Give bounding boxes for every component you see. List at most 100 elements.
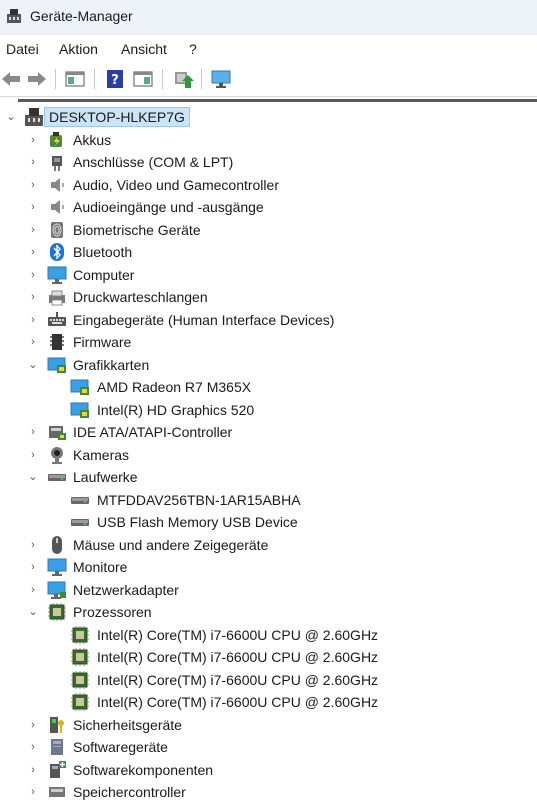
- chevron-right-icon[interactable]: ›: [26, 268, 40, 282]
- toolbar-separator: [201, 69, 202, 89]
- tree-category-label: Mäuse und andere Zeigegeräte: [73, 536, 269, 553]
- tree-category[interactable]: ⌄ Prozessoren: [0, 601, 537, 623]
- tree-category-label: IDE ATA/ATAPI-Controller: [73, 424, 233, 440]
- toolbar-separator: [162, 69, 163, 89]
- chevron-right-icon[interactable]: ›: [26, 245, 40, 259]
- chevron-down-icon[interactable]: ⌄: [26, 470, 40, 484]
- toolbar-separator: [94, 69, 95, 89]
- action-pane-icon[interactable]: [132, 68, 154, 90]
- tree-category[interactable]: › IDE ATA/ATAPI-Controller: [0, 421, 537, 443]
- tree-category[interactable]: › Biometrische Geräte: [0, 219, 537, 241]
- tree-category-label: Sicherheitsgeräte: [73, 716, 182, 733]
- tree-category[interactable]: › Mäuse und andere Zeigegeräte: [0, 534, 537, 556]
- chevron-right-icon[interactable]: ›: [26, 200, 40, 214]
- menu-help[interactable]: ?: [189, 41, 197, 57]
- chevron-right-icon[interactable]: ›: [26, 133, 40, 147]
- chevron-right-icon[interactable]: ›: [26, 583, 40, 597]
- chevron-right-icon[interactable]: ›: [26, 785, 40, 799]
- chevron-right-icon[interactable]: ›: [26, 538, 40, 552]
- tree-category[interactable]: › Audioeingänge und -ausgänge: [0, 196, 537, 218]
- tree-device[interactable]: Intel(R) Core(TM) i7-6600U CPU @ 2.60GHz: [0, 624, 537, 646]
- cpu-icon: [71, 625, 89, 644]
- tree-category-label: Laufwerke: [73, 469, 138, 485]
- tree-category-label: Monitore: [73, 559, 128, 575]
- menu-datei[interactable]: Datei: [6, 41, 39, 57]
- storage-controller-icon: [49, 787, 65, 797]
- mouse-icon: [52, 535, 62, 554]
- tree-device[interactable]: Intel(R) Core(TM) i7-6600U CPU @ 2.60GHz: [0, 669, 537, 691]
- tree-category-label: Akkus: [73, 131, 112, 148]
- chevron-right-icon[interactable]: ›: [26, 335, 40, 349]
- chevron-right-icon[interactable]: ›: [26, 425, 40, 439]
- chevron-right-icon[interactable]: ›: [26, 178, 40, 192]
- chevron-right-icon[interactable]: ›: [26, 448, 40, 462]
- display-adapter-icon: [47, 357, 66, 373]
- tree-device[interactable]: Intel(R) Core(TM) i7-6600U CPU @ 2.60GHz: [0, 691, 537, 713]
- chevron-down-icon[interactable]: ⌄: [26, 358, 40, 372]
- update-driver-icon[interactable]: [172, 68, 194, 90]
- tree-device-label: USB Flash Memory USB Device: [97, 514, 298, 530]
- chevron-down-icon[interactable]: ⌄: [4, 110, 18, 124]
- bluetooth-icon: [50, 243, 64, 261]
- tree-device-label: Intel(R) Core(TM) i7-6600U CPU @ 2.60GHz: [97, 626, 379, 643]
- chevron-right-icon[interactable]: ›: [26, 223, 40, 237]
- tree-category[interactable]: › Speichercontroller: [0, 781, 537, 803]
- display-adapter-icon: [70, 402, 89, 418]
- tree-category[interactable]: › Akkus: [0, 129, 537, 151]
- menu-ansicht[interactable]: Ansicht: [121, 41, 167, 57]
- tree-category[interactable]: › Softwarekomponenten: [0, 759, 537, 781]
- tree-category[interactable]: › Computer: [0, 264, 537, 286]
- scan-hardware-icon[interactable]: [210, 68, 232, 90]
- tree-category[interactable]: › Monitore: [0, 556, 537, 578]
- toolbar: ?: [0, 63, 537, 97]
- chevron-right-icon[interactable]: ›: [26, 560, 40, 574]
- tree-device[interactable]: MTFDDAV256TBN-1AR15ABHA: [0, 489, 537, 511]
- tree-category[interactable]: › Audio, Video und Gamecontroller: [0, 174, 537, 196]
- port-icon: [52, 156, 62, 171]
- tree-category-label: Druckwarteschlangen: [73, 289, 208, 305]
- drive-icon: [48, 474, 66, 481]
- tree-category[interactable]: › Druckwarteschlangen: [0, 286, 537, 308]
- tree-category[interactable]: › Anschlüsse (COM & LPT): [0, 151, 537, 173]
- tree-category-label: Kameras: [73, 446, 130, 463]
- tree-category[interactable]: › Sicherheitsgeräte: [0, 714, 537, 736]
- tree-root[interactable]: ⌄ DESKTOP-HLKEP7G: [0, 106, 537, 128]
- tree-device[interactable]: Intel(R) HD Graphics 520: [0, 399, 537, 421]
- properties-pane-icon[interactable]: [64, 68, 86, 90]
- tree-device[interactable]: AMD Radeon R7 M365X: [0, 376, 537, 398]
- device-manager-icon: [7, 9, 21, 23]
- tree-category[interactable]: › Bluetooth: [0, 241, 537, 263]
- tree-category[interactable]: › Eingabegeräte (Human Interface Devices): [0, 309, 537, 331]
- drive-icon: [71, 496, 89, 504]
- tree-category-label: Anschlüsse (COM & LPT): [73, 154, 234, 170]
- tree-device-label: MTFDDAV256TBN-1AR15ABHA: [97, 491, 301, 508]
- chevron-right-icon[interactable]: ›: [26, 155, 40, 169]
- tree-category[interactable]: › Netzwerkadapter: [0, 579, 537, 601]
- forward-icon[interactable]: [26, 68, 48, 90]
- chevron-right-icon[interactable]: ›: [26, 290, 40, 304]
- speaker-icon: [51, 200, 64, 214]
- menu-aktion[interactable]: Aktion: [59, 41, 98, 57]
- tree-category[interactable]: › Kameras: [0, 444, 537, 466]
- tree-category[interactable]: ⌄ Grafikkarten: [0, 354, 537, 376]
- tree-category[interactable]: › Softwaregeräte: [0, 736, 537, 758]
- back-icon[interactable]: [0, 68, 22, 90]
- chevron-down-icon[interactable]: ⌄: [26, 605, 40, 619]
- tree-category[interactable]: › Firmware: [0, 331, 537, 353]
- tree-category[interactable]: ⌄ Laufwerke: [0, 466, 537, 488]
- help-icon[interactable]: ?: [104, 68, 126, 90]
- cpu-icon: [71, 693, 89, 711]
- tree-device[interactable]: USB Flash Memory USB Device: [0, 511, 537, 533]
- monitor-icon: [47, 558, 67, 576]
- chevron-right-icon[interactable]: ›: [26, 763, 40, 777]
- tree-category-label: Biometrische Geräte: [73, 221, 201, 238]
- tree-device[interactable]: Intel(R) Core(TM) i7-6600U CPU @ 2.60GHz: [0, 646, 537, 668]
- chevron-right-icon[interactable]: ›: [26, 740, 40, 754]
- monitor-icon: [47, 266, 67, 284]
- pane-divider: [18, 99, 537, 102]
- printer-icon: [49, 290, 65, 306]
- chevron-right-icon[interactable]: ›: [26, 313, 40, 327]
- cpu-icon: [71, 670, 89, 689]
- tree-category-label: Netzwerkadapter: [73, 581, 179, 598]
- chevron-right-icon[interactable]: ›: [26, 718, 40, 732]
